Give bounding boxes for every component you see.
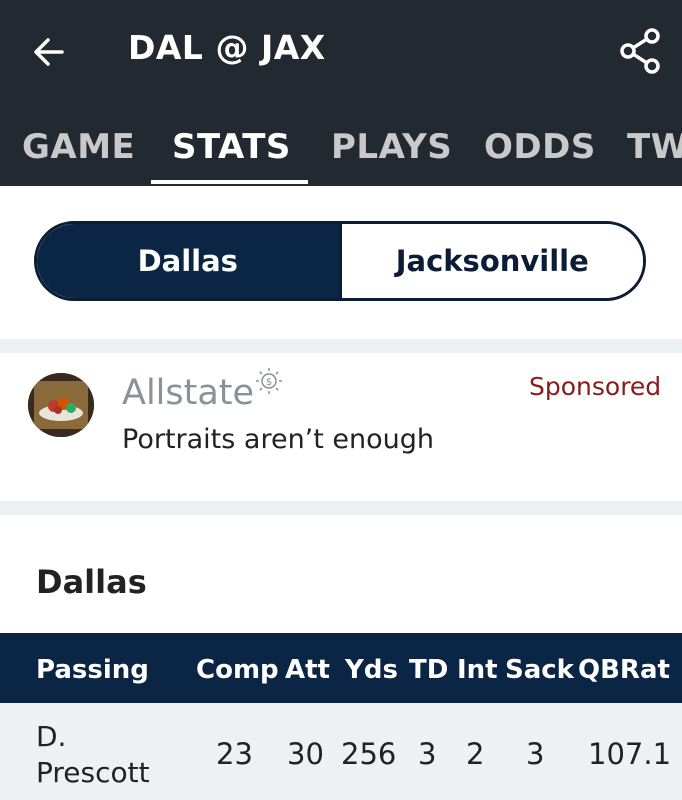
section-divider bbox=[0, 339, 682, 353]
column-header-comp: Comp bbox=[196, 655, 279, 685]
share-button[interactable] bbox=[614, 24, 668, 78]
tab-bar: GAME STATS PLAYS ODDS TW bbox=[0, 112, 682, 186]
sponsor-badge-icon: $ bbox=[254, 366, 284, 396]
section-divider bbox=[0, 501, 682, 515]
sponsored-label: Sponsored bbox=[529, 372, 662, 401]
column-header-att: Att bbox=[285, 655, 330, 685]
cell-qbrat: 107.1 bbox=[588, 737, 672, 771]
share-icon bbox=[620, 28, 660, 74]
column-header-sack: Sack bbox=[505, 655, 574, 685]
team-toggle: Dallas Jacksonville bbox=[34, 221, 646, 301]
column-header-td: TD bbox=[409, 655, 449, 685]
player-name[interactable]: D. Prescott bbox=[36, 719, 186, 791]
passing-table-header: Passing Comp Att Yds TD Int Sack QBRat bbox=[0, 633, 682, 703]
cell-comp: 23 bbox=[216, 737, 253, 771]
column-header-int: Int bbox=[457, 655, 498, 685]
column-header-yds: Yds bbox=[345, 655, 398, 685]
arrow-left-icon bbox=[34, 38, 64, 66]
table-row[interactable]: D. Prescott 23 30 256 3 2 3 107.1 bbox=[0, 703, 682, 800]
column-header-passing: Passing bbox=[36, 655, 149, 685]
tab-odds[interactable]: ODDS bbox=[484, 127, 596, 167]
ad-thumbnail bbox=[28, 373, 94, 437]
player-name-line1: D. bbox=[36, 720, 67, 753]
cell-yds: 256 bbox=[341, 737, 397, 771]
back-button[interactable] bbox=[28, 30, 72, 74]
tab-plays[interactable]: PLAYS bbox=[331, 127, 452, 167]
ad-brand: Allstate bbox=[122, 373, 255, 413]
ad-text: Portraits aren’t enough bbox=[122, 424, 435, 455]
column-header-qbrat: QBRat bbox=[578, 655, 670, 685]
player-name-line2: Prescott bbox=[36, 756, 150, 789]
active-tab-indicator bbox=[151, 180, 308, 184]
app-header: DAL @ JAX GAME STATS PLAYS ODDS TW bbox=[0, 0, 682, 186]
tab-stats[interactable]: STATS bbox=[172, 127, 291, 167]
team-toggle-dallas[interactable]: Dallas bbox=[37, 224, 339, 298]
team-section-heading: Dallas bbox=[36, 563, 147, 601]
cell-td: 3 bbox=[418, 737, 437, 771]
page-title: DAL @ JAX bbox=[128, 28, 326, 67]
tab-tw[interactable]: TW bbox=[627, 127, 682, 167]
svg-text:$: $ bbox=[266, 377, 272, 388]
tab-game[interactable]: GAME bbox=[22, 127, 135, 167]
cell-int: 2 bbox=[466, 737, 485, 771]
cell-sack: 3 bbox=[526, 737, 545, 771]
team-toggle-jacksonville[interactable]: Jacksonville bbox=[338, 224, 643, 298]
cell-att: 30 bbox=[287, 737, 324, 771]
